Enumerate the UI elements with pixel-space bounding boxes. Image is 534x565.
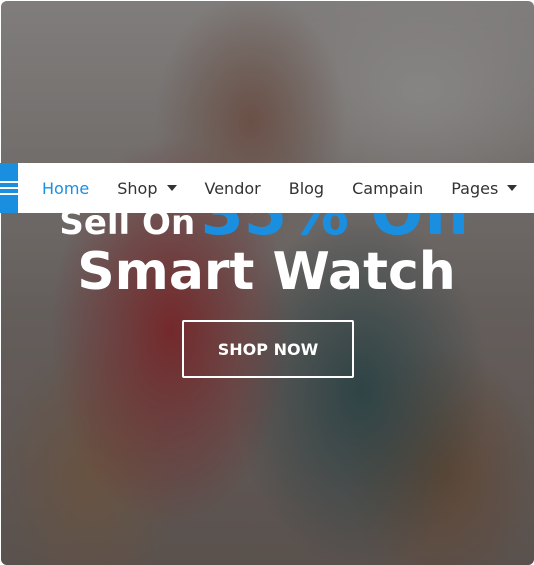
nav-list: Home Shop Vendor Blog Campain Pages <box>42 163 534 213</box>
nav-item-label: Home <box>42 178 90 198</box>
nav-item-label: Vendor <box>204 178 261 198</box>
shop-now-button[interactable]: SHOP NOW <box>182 320 354 378</box>
hamburger-menu-icon <box>0 181 18 195</box>
hero-headline: Smart Watch <box>77 242 456 302</box>
nav-item-vendor[interactable]: Vendor <box>205 163 261 213</box>
menu-toggle-button[interactable] <box>0 163 18 213</box>
nav-item-label: Pages <box>451 178 499 198</box>
caret-down-icon <box>166 185 177 191</box>
nav-item-label: Campain <box>352 178 424 198</box>
nav-item-home[interactable]: Home <box>42 163 89 213</box>
nav-item-label: Shop <box>117 178 158 198</box>
nav-item-shop[interactable]: Shop <box>117 163 177 213</box>
nav-item-blog[interactable]: Blog <box>289 163 324 213</box>
nav-item-label: Blog <box>288 178 325 198</box>
caret-down-icon <box>507 185 518 191</box>
nav-item-campain[interactable]: Campain <box>352 163 423 213</box>
main-navbar: Home Shop Vendor Blog Campain Pages <box>0 163 534 213</box>
nav-item-pages[interactable]: Pages <box>451 163 518 213</box>
